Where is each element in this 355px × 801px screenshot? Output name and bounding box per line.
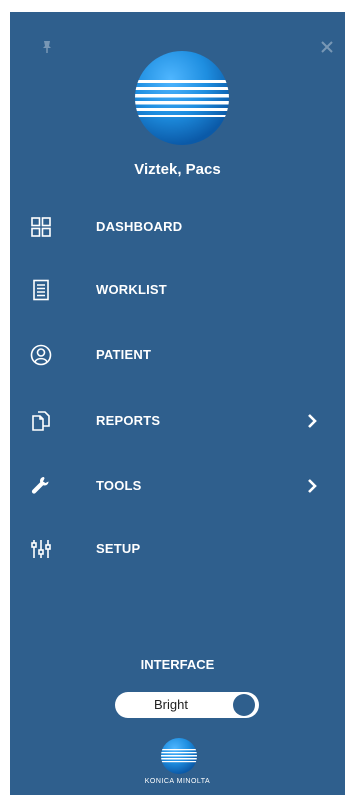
nav-label-tools: TOOLS: [96, 478, 142, 493]
nav-item-worklist[interactable]: WORKLIST: [10, 265, 345, 317]
theme-toggle[interactable]: Bright: [115, 692, 259, 718]
theme-toggle-label: Bright: [154, 697, 188, 712]
nav-item-tools[interactable]: TOOLS: [10, 461, 345, 513]
nav-item-dashboard[interactable]: DASHBOARD: [10, 202, 345, 254]
wrench-icon: [30, 475, 52, 497]
nav-label-worklist: WORKLIST: [96, 282, 167, 297]
nav-label-reports: REPORTS: [96, 413, 161, 428]
interface-label: INTERFACE: [140, 657, 215, 672]
worklist-icon: [30, 279, 52, 301]
nav-label-dashboard: DASHBOARD: [96, 219, 183, 234]
konica-minolta-small-logo: [160, 737, 198, 775]
nav-label-patient: PATIENT: [96, 347, 152, 362]
reports-icon: [30, 410, 52, 432]
sliders-icon: [30, 538, 52, 560]
user-name: Viztek, Pacs: [134, 161, 221, 178]
close-icon[interactable]: [320, 40, 334, 54]
brand-name: KONICA MINOLTA: [144, 778, 211, 785]
nav-item-patient[interactable]: PATIENT: [10, 330, 345, 382]
nav-label-setup: SETUP: [96, 541, 141, 556]
pin-icon[interactable]: [40, 40, 54, 54]
toggle-knob: [233, 694, 255, 716]
chevron-right-icon: [305, 411, 319, 431]
nav-item-reports[interactable]: REPORTS: [10, 396, 345, 448]
dashboard-grid-icon: [30, 216, 52, 238]
nav-item-setup[interactable]: SETUP: [10, 524, 345, 576]
konica-minolta-logo: [134, 50, 230, 146]
navigation-sidebar: Viztek, Pacs DASHBOARD WORKLIST PATIENT …: [10, 12, 345, 795]
patient-icon: [30, 344, 52, 366]
chevron-right-icon: [305, 476, 319, 496]
